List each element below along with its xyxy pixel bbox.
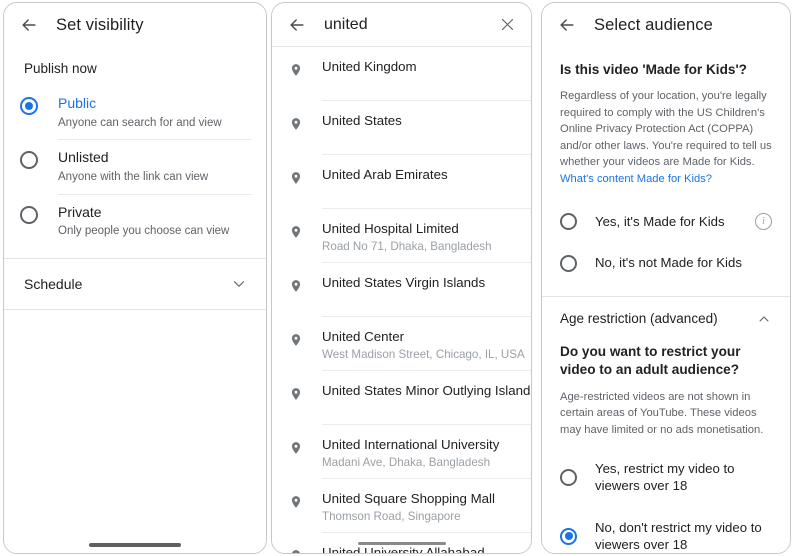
back-arrow-icon[interactable] — [284, 12, 310, 38]
location-search-panel: united United Kingdom United Sta — [271, 2, 532, 554]
search-input[interactable]: united — [324, 16, 499, 34]
divider — [4, 309, 266, 310]
age-restriction-label: Age restriction (advanced) — [560, 311, 718, 326]
option-label: No, don't restrict my video to viewers o… — [595, 519, 772, 554]
option-subtitle: Anyone can search for and view — [58, 116, 252, 131]
list-item[interactable]: United Kingdom — [272, 47, 531, 100]
radio-private[interactable] — [20, 206, 38, 224]
visibility-option-private[interactable]: Private Only people you choose can view — [4, 195, 266, 248]
age-restriction-question: Do you want to restrict your video to an… — [560, 341, 772, 380]
result-subtitle: Madani Ave, Dhaka, Bangladesh — [322, 456, 521, 470]
result-title: United International University — [322, 437, 521, 453]
audience-header: Select audience — [542, 3, 790, 47]
result-title: United Square Shopping Mall — [322, 491, 521, 507]
list-item[interactable]: United Arab Emirates — [272, 155, 531, 208]
location-pin-icon — [288, 547, 304, 554]
back-arrow-icon[interactable] — [16, 12, 42, 38]
option-subtitle: Anyone with the link can view — [58, 170, 252, 185]
back-arrow-icon[interactable] — [554, 12, 580, 38]
result-title: United Hospital Limited — [322, 221, 521, 237]
list-item[interactable]: United International University Madani A… — [272, 425, 531, 478]
age-restriction-section-header[interactable]: Age restriction (advanced) — [542, 297, 790, 337]
radio-yes-made-for-kids[interactable] — [560, 213, 577, 230]
chevron-up-icon[interactable] — [756, 311, 772, 327]
option-title: Unlisted — [58, 149, 252, 167]
radio-unlisted[interactable] — [20, 151, 38, 169]
location-pin-icon — [288, 223, 304, 243]
list-item[interactable]: United Hospital Limited Road No 71, Dhak… — [272, 209, 531, 262]
set-visibility-panel: Set visibility Publish now Public Anyone… — [3, 2, 267, 554]
made-for-kids-link[interactable]: What's content Made for Kids? — [560, 173, 712, 185]
list-item[interactable]: United Center West Madison Street, Chica… — [272, 317, 531, 370]
option-title: Private — [58, 204, 252, 222]
screenshot-stage: Set visibility Publish now Public Anyone… — [0, 0, 800, 556]
location-pin-icon — [288, 277, 304, 297]
location-pin-icon — [288, 169, 304, 189]
list-item[interactable]: United States Virgin Islands — [272, 263, 531, 316]
option-label: Yes, it's Made for Kids — [595, 213, 747, 230]
visibility-option-unlisted[interactable]: Unlisted Anyone with the link can view — [4, 140, 266, 193]
location-pin-icon — [288, 493, 304, 513]
result-title: United Kingdom — [322, 59, 521, 75]
age-option-no[interactable]: No, don't restrict my video to viewers o… — [542, 507, 790, 554]
kids-option-no[interactable]: No, it's not Made for Kids — [542, 242, 790, 283]
page-title: Select audience — [594, 16, 713, 35]
radio-restrict-yes[interactable] — [560, 469, 577, 486]
result-title: United Arab Emirates — [322, 167, 521, 183]
body-text: Regardless of your location, you're lega… — [560, 90, 772, 168]
option-subtitle: Only people you choose can view — [58, 224, 252, 239]
result-subtitle: Thomson Road, Singapore — [322, 510, 521, 524]
made-for-kids-body: Regardless of your location, you're lega… — [560, 88, 772, 187]
chevron-down-icon[interactable] — [230, 275, 248, 293]
option-label: No, it's not Made for Kids — [595, 254, 772, 271]
result-title: United States Minor Outlying Islands — [322, 383, 521, 399]
list-item[interactable]: United States — [272, 101, 531, 154]
location-pin-icon — [288, 115, 304, 135]
result-subtitle: West Madison Street, Chicago, IL, USA — [322, 348, 521, 362]
close-icon[interactable] — [499, 16, 519, 33]
age-restriction-block: Do you want to restrict your video to an… — [542, 337, 790, 438]
result-title: United University Allahabad — [322, 545, 521, 554]
home-indicator — [89, 543, 181, 547]
select-audience-panel: Select audience Is this video 'Made for … — [541, 2, 791, 554]
made-for-kids-block: Is this video 'Made for Kids'? Regardles… — [542, 47, 790, 187]
result-title: United States — [322, 113, 521, 129]
radio-no-made-for-kids[interactable] — [560, 255, 577, 272]
kids-option-yes[interactable]: Yes, it's Made for Kids i — [542, 201, 790, 242]
result-subtitle: Road No 71, Dhaka, Bangladesh — [322, 240, 521, 254]
result-title: United Center — [322, 329, 521, 345]
search-results-list: United Kingdom United States United Arab… — [272, 47, 531, 554]
option-title: Public — [58, 95, 252, 113]
radio-public[interactable] — [20, 97, 38, 115]
page-title: Set visibility — [56, 16, 144, 35]
search-header: united — [272, 3, 531, 46]
schedule-label: Schedule — [24, 276, 82, 292]
result-title: United States Virgin Islands — [322, 275, 521, 291]
list-item[interactable]: United States Minor Outlying Islands — [272, 371, 531, 424]
location-pin-icon — [288, 61, 304, 81]
visibility-option-public[interactable]: Public Anyone can search for and view — [4, 86, 266, 139]
location-pin-icon — [288, 331, 304, 351]
publish-now-label: Publish now — [4, 47, 266, 86]
location-pin-icon — [288, 439, 304, 459]
info-icon[interactable]: i — [755, 213, 772, 230]
location-pin-icon — [288, 385, 304, 405]
visibility-header: Set visibility — [4, 3, 266, 47]
option-label: Yes, restrict my video to viewers over 1… — [595, 460, 772, 495]
radio-restrict-no[interactable] — [560, 528, 577, 545]
schedule-row[interactable]: Schedule — [4, 259, 266, 309]
list-item[interactable]: United Square Shopping Mall Thomson Road… — [272, 479, 531, 532]
made-for-kids-question: Is this video 'Made for Kids'? — [560, 51, 772, 79]
age-restriction-body: Age-restricted videos are not shown in c… — [560, 389, 772, 438]
home-indicator — [358, 542, 446, 545]
age-option-yes[interactable]: Yes, restrict my video to viewers over 1… — [542, 448, 790, 507]
